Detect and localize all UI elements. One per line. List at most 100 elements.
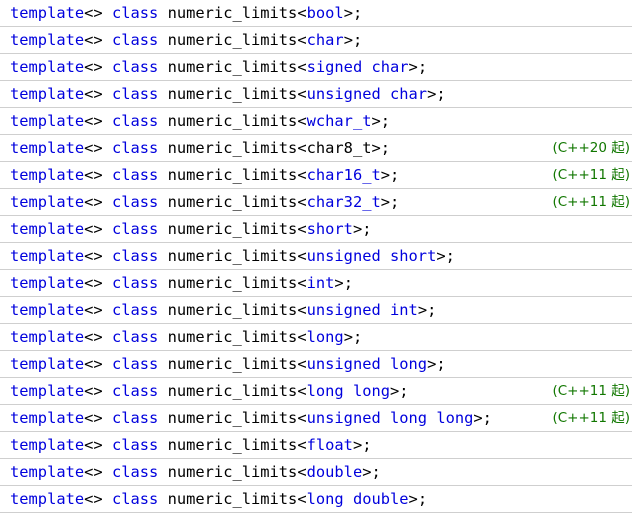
spec-row: template<> class numeric_limits<wchar_t>… xyxy=(0,108,632,135)
template-link[interactable]: template xyxy=(10,490,84,508)
class-link[interactable]: class xyxy=(112,58,158,76)
template-link[interactable]: template xyxy=(10,247,84,265)
angle-brackets: <> xyxy=(84,192,103,211)
open-bracket: < xyxy=(297,300,307,319)
angle-brackets: <> xyxy=(84,165,103,184)
class-link[interactable]: class xyxy=(112,409,158,427)
class-link[interactable]: class xyxy=(112,301,158,319)
spec-row: template<> class numeric_limits<long dou… xyxy=(0,486,632,513)
class-link[interactable]: class xyxy=(112,328,158,346)
close-bracket: >; xyxy=(352,435,372,454)
spec-row: template<> class numeric_limits<char16_t… xyxy=(0,162,632,189)
type-link[interactable]: double xyxy=(307,463,363,481)
spec-row: template<> class numeric_limits<char>; xyxy=(0,27,632,54)
angle-brackets: <> xyxy=(84,30,103,49)
template-link[interactable]: template xyxy=(10,409,84,427)
close-bracket: >; xyxy=(362,462,381,481)
template-link[interactable]: template xyxy=(10,382,84,400)
close-bracket: >; xyxy=(380,192,400,211)
class-link[interactable]: class xyxy=(112,382,158,400)
class-name: numeric_limits xyxy=(167,138,298,157)
angle-brackets: <> xyxy=(84,138,103,157)
open-bracket: < xyxy=(297,381,307,400)
angle-brackets: <> xyxy=(84,327,103,346)
close-bracket: >; xyxy=(427,84,446,103)
class-link[interactable]: class xyxy=(112,490,158,508)
angle-brackets: <> xyxy=(84,246,103,265)
template-link[interactable]: template xyxy=(10,4,84,22)
template-link[interactable]: template xyxy=(10,58,84,76)
close-bracket: >; xyxy=(334,273,353,292)
type-link[interactable]: short xyxy=(307,220,353,238)
type-link[interactable]: bool xyxy=(307,4,344,22)
template-link[interactable]: template xyxy=(10,85,84,103)
version-note: (C++11 起) xyxy=(552,409,630,426)
type-name: char8_t xyxy=(306,138,372,157)
type-link[interactable]: long double xyxy=(307,490,409,508)
template-link[interactable]: template xyxy=(10,166,84,184)
close-bracket: >; xyxy=(417,300,437,319)
close-bracket: >; xyxy=(343,327,363,346)
template-link[interactable]: template xyxy=(10,436,84,454)
spec-row: template<> class numeric_limits<unsigned… xyxy=(0,351,632,378)
class-link[interactable]: class xyxy=(112,355,158,373)
type-link[interactable]: float xyxy=(307,436,353,454)
class-link[interactable]: class xyxy=(112,139,158,157)
class-link[interactable]: class xyxy=(112,274,158,292)
template-link[interactable]: template xyxy=(10,463,84,481)
declaration: template<> class numeric_limits<char16_t… xyxy=(10,162,399,189)
close-bracket: >; xyxy=(408,57,428,76)
template-link[interactable]: template xyxy=(10,328,84,346)
type-link[interactable]: long long xyxy=(307,382,390,400)
template-link[interactable]: template xyxy=(10,220,84,238)
template-link[interactable]: template xyxy=(10,301,84,319)
declaration: template<> class numeric_limits<int>; xyxy=(10,270,353,297)
declaration: template<> class numeric_limits<long dou… xyxy=(10,486,427,513)
template-link[interactable]: template xyxy=(10,139,84,157)
class-link[interactable]: class xyxy=(112,85,158,103)
declaration: template<> class numeric_limits<char8_t>… xyxy=(10,135,390,162)
type-link[interactable]: wchar_t xyxy=(307,112,372,130)
spec-row: template<> class numeric_limits<long lon… xyxy=(0,378,632,405)
class-link[interactable]: class xyxy=(112,247,158,265)
class-link[interactable]: class xyxy=(112,463,158,481)
spec-row: template<> class numeric_limits<signed c… xyxy=(0,54,632,81)
type-link[interactable]: unsigned short xyxy=(307,247,437,265)
type-link[interactable]: long xyxy=(307,328,344,346)
type-link[interactable]: signed char xyxy=(307,58,409,76)
type-link[interactable]: unsigned long xyxy=(307,355,427,373)
class-link[interactable]: class xyxy=(112,220,158,238)
class-link[interactable]: class xyxy=(112,4,158,22)
template-link[interactable]: template xyxy=(10,193,84,211)
type-link[interactable]: unsigned char xyxy=(307,85,427,103)
template-link[interactable]: template xyxy=(10,112,84,130)
type-link[interactable]: char16_t xyxy=(307,166,381,184)
declaration: template<> class numeric_limits<long lon… xyxy=(10,378,409,405)
class-name: numeric_limits xyxy=(167,246,298,265)
class-link[interactable]: class xyxy=(112,436,158,454)
open-bracket: < xyxy=(297,138,307,157)
spec-row: template<> class numeric_limits<unsigned… xyxy=(0,243,632,270)
type-link[interactable]: char32_t xyxy=(307,193,381,211)
declaration: template<> class numeric_limits<char32_t… xyxy=(10,189,399,216)
angle-brackets: <> xyxy=(84,435,103,454)
version-note: (C++11 起) xyxy=(552,166,630,183)
class-link[interactable]: class xyxy=(112,112,158,130)
class-link[interactable]: class xyxy=(112,193,158,211)
class-name: numeric_limits xyxy=(167,165,298,184)
spec-row: template<> class numeric_limits<char8_t>… xyxy=(0,135,632,162)
template-link[interactable]: template xyxy=(10,31,84,49)
type-link[interactable]: unsigned long long xyxy=(307,409,474,427)
type-link[interactable]: int xyxy=(307,274,335,292)
type-link[interactable]: unsigned int xyxy=(307,301,418,319)
spec-row: template<> class numeric_limits<float>; xyxy=(0,432,632,459)
class-name: numeric_limits xyxy=(167,435,298,454)
spec-row: template<> class numeric_limits<unsigned… xyxy=(0,405,632,432)
type-link[interactable]: char xyxy=(307,31,344,49)
class-link[interactable]: class xyxy=(112,166,158,184)
open-bracket: < xyxy=(297,192,307,211)
template-link[interactable]: template xyxy=(10,355,84,373)
close-bracket: >; xyxy=(427,354,446,373)
class-link[interactable]: class xyxy=(112,31,158,49)
template-link[interactable]: template xyxy=(10,274,84,292)
